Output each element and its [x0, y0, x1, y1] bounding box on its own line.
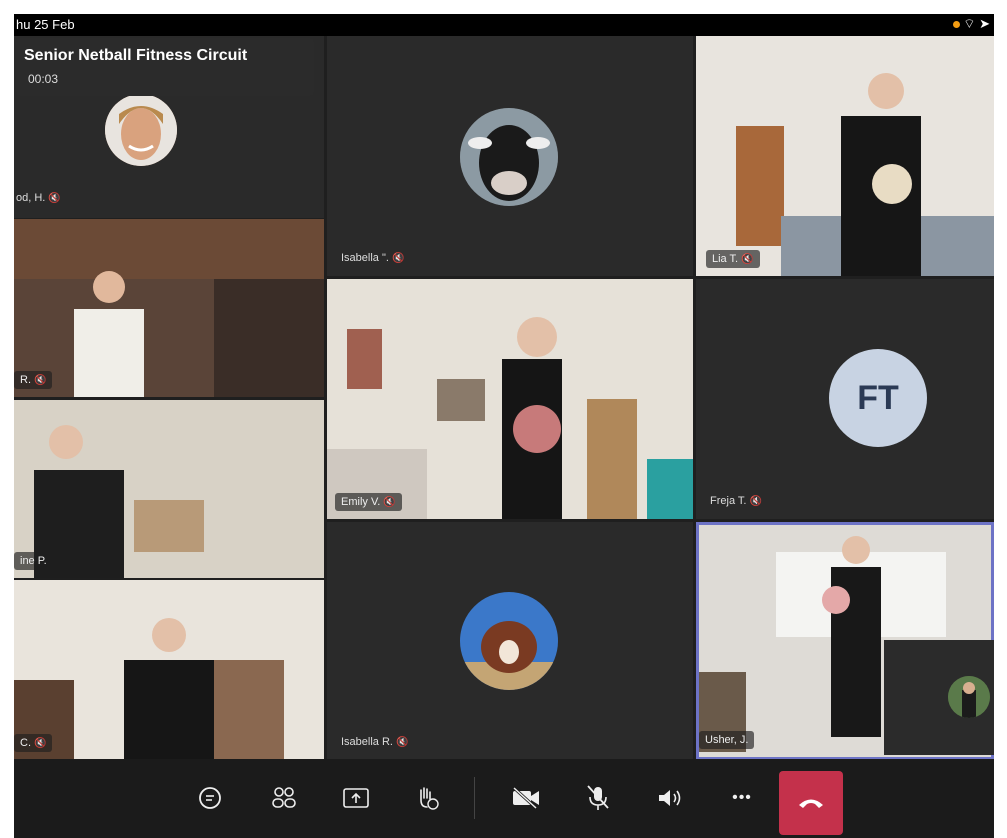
host-avatar-photo — [105, 94, 177, 166]
camera-toggle-button[interactable] — [506, 778, 546, 818]
host-avatar — [105, 94, 177, 166]
mic-off-icon — [587, 785, 609, 810]
participants-button[interactable] — [264, 778, 304, 818]
hang-up-button[interactable] — [779, 771, 843, 835]
dog-avatar — [460, 592, 558, 690]
cow-avatar-photo — [460, 108, 558, 206]
name-label: Isabella R. 🔇 — [341, 736, 409, 748]
recording-dot-icon — [953, 21, 961, 29]
participant-tile-r[interactable]: R. 🔇 — [14, 219, 324, 397]
video-feed — [14, 580, 324, 760]
name-badge: ine P. — [14, 552, 53, 570]
participant-tile-lia[interactable]: Lia T. 🔇 — [696, 36, 994, 276]
mic-off-icon: 🔇 — [383, 497, 396, 508]
freja-initials-avatar: FT — [829, 349, 927, 447]
meeting-title: Senior Netball Fitness Circuit — [24, 47, 248, 64]
name-badge: C. 🔇 — [14, 734, 53, 752]
camera-off-icon — [512, 786, 539, 810]
mic-off-icon: 🔇 — [34, 738, 47, 749]
raise-hand-icon — [420, 787, 439, 810]
mic-off-icon: 🔇 — [48, 193, 61, 204]
self-avatar-photo — [948, 676, 990, 718]
dog-avatar-photo — [460, 592, 558, 690]
name-label: Isabella ". 🔇 — [341, 252, 405, 264]
mic-off-icon: 🔇 — [395, 737, 409, 748]
participant-tile-emily[interactable]: Emily V. 🔇 — [327, 279, 693, 519]
toolbar-divider — [474, 777, 475, 819]
wifi-location-icon: ⌔ ➤ — [963, 16, 990, 31]
call-toolbar: ••• — [14, 759, 994, 838]
teams-meeting-window: hu 25 Feb ⌔ ➤ od, H. 🔇 Senior Netball Fit… — [14, 14, 994, 838]
participants-icon — [272, 787, 296, 808]
mic-off-icon: 🔇 — [391, 253, 405, 264]
video-feed — [14, 219, 324, 397]
status-time: hu 25 Feb — [16, 17, 75, 32]
participant-tile-isabella-r[interactable]: Isabella R. 🔇 — [327, 522, 693, 760]
video-feed — [14, 400, 324, 578]
name-badge: R. 🔇 — [14, 371, 53, 389]
share-screen-icon — [343, 788, 369, 808]
name-badge: Lia T. 🔇 — [706, 250, 760, 268]
name-label: Freja T. 🔇 — [710, 495, 762, 507]
mute-toggle-button[interactable] — [578, 778, 618, 818]
status-icons: ⌔ ➤ — [953, 16, 990, 32]
meeting-info-card: Senior Netball Fitness Circuit 00:03 — [16, 38, 314, 96]
share-screen-button[interactable] — [336, 778, 376, 818]
participant-tile-freja[interactable]: FT Freja T. 🔇 — [696, 279, 994, 519]
participant-tile-ine[interactable]: ine P. — [14, 400, 324, 578]
video-feed — [327, 279, 693, 519]
name-badge: Emily V. 🔇 — [335, 493, 402, 511]
mic-off-icon: 🔇 — [34, 375, 47, 386]
hang-up-icon — [799, 799, 823, 808]
more-options-button[interactable]: ••• — [722, 778, 762, 818]
chat-button[interactable] — [190, 778, 230, 818]
participant-tile-cow[interactable]: Isabella ". 🔇 — [327, 36, 693, 276]
video-feed — [696, 36, 994, 276]
host-name: od, H. 🔇 — [16, 192, 61, 204]
status-bar: hu 25 Feb ⌔ ➤ — [14, 14, 994, 36]
mic-off-icon: 🔇 — [749, 496, 762, 507]
name-badge: Usher, J. — [699, 731, 755, 749]
mic-off-icon: 🔇 — [741, 254, 754, 265]
cow-avatar — [460, 108, 558, 206]
raise-hand-button[interactable] — [407, 778, 447, 818]
self-avatar — [948, 676, 990, 718]
chat-icon — [199, 787, 221, 809]
speaker-button[interactable] — [650, 778, 690, 818]
self-view-pip[interactable] — [884, 640, 994, 755]
speaker-icon — [659, 790, 681, 806]
meeting-timer: 00:03 — [28, 72, 59, 86]
participant-tile-c[interactable]: C. 🔇 — [14, 580, 324, 760]
